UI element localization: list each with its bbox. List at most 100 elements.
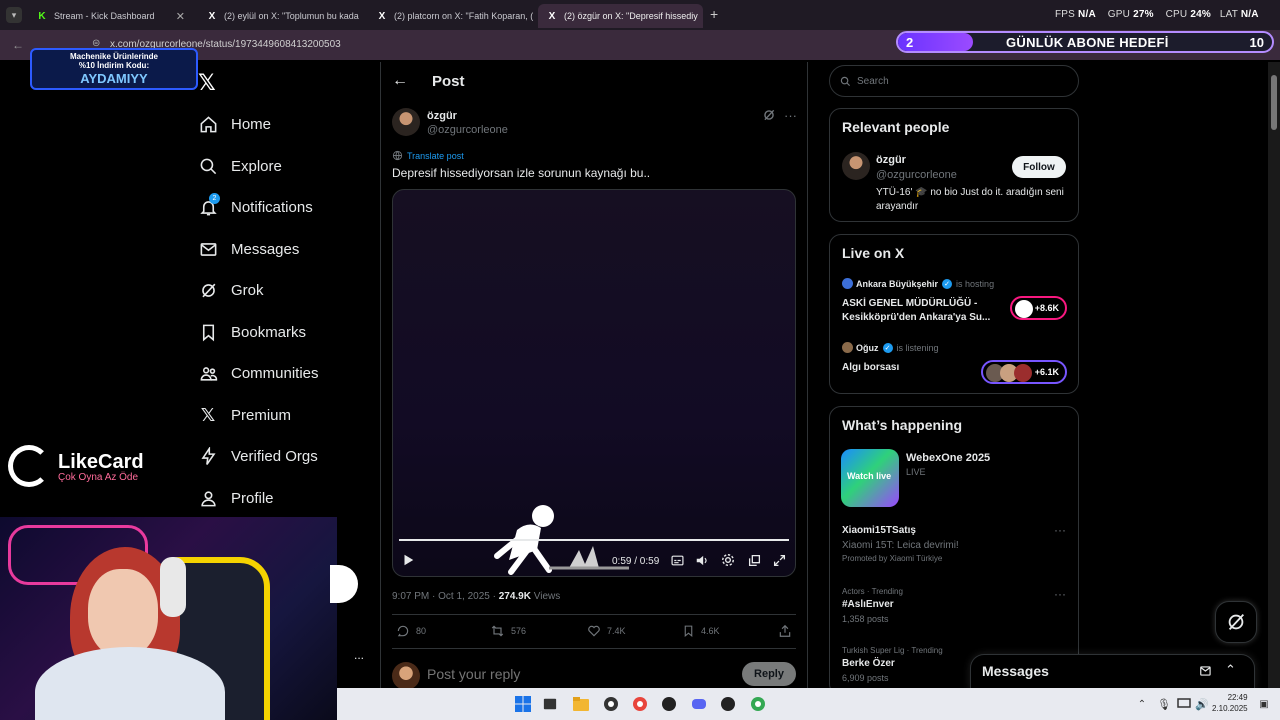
- windows-start-icon[interactable]: [513, 694, 533, 714]
- account-more-icon[interactable]: ...: [354, 648, 364, 662]
- x-logo-icon[interactable]: 𝕏: [198, 70, 216, 96]
- nav-item-grok[interactable]: Grok: [198, 275, 264, 305]
- page-scrollbar[interactable]: [1268, 62, 1280, 688]
- webex-thumbnail[interactable]: Watch live: [841, 449, 899, 507]
- scrollbar-thumb[interactable]: [1271, 75, 1277, 130]
- current-user-avatar[interactable]: [392, 662, 420, 690]
- new-tab-button[interactable]: +: [710, 6, 718, 22]
- file-explorer-icon[interactable]: [571, 694, 591, 714]
- close-tab-icon[interactable]: ✕: [170, 10, 185, 23]
- back-arrow-icon[interactable]: ←: [392, 72, 408, 90]
- translate-post-link[interactable]: Translate post: [392, 150, 464, 161]
- notification-center-icon[interactable]: ▣: [1254, 694, 1274, 714]
- like-action[interactable]: 7.4K: [587, 624, 626, 638]
- reply-input[interactable]: [427, 666, 727, 682]
- app-icon[interactable]: [718, 694, 738, 714]
- discord-app-icon[interactable]: [689, 694, 709, 714]
- post-timestamp: 9:07 PM · Oct 1, 2025 ·: [392, 591, 499, 602]
- relevant-person-avatar[interactable]: [842, 152, 870, 180]
- messages-drawer[interactable]: Messages ⌃: [970, 654, 1255, 690]
- search-input[interactable]: Search: [829, 65, 1079, 97]
- close-tab-icon[interactable]: ✕: [359, 10, 363, 23]
- repost-action[interactable]: 576: [490, 624, 526, 638]
- author-avatar[interactable]: [392, 108, 420, 136]
- chrome-app-icon[interactable]: [748, 694, 768, 714]
- nav-item-home[interactable]: Home: [198, 109, 271, 139]
- relevant-person-name[interactable]: özgür: [876, 154, 906, 166]
- settings-gear-icon[interactable]: [720, 552, 736, 568]
- network-icon[interactable]: [1174, 694, 1194, 714]
- play-icon[interactable]: [401, 553, 415, 572]
- trend-post-count: 1,358 posts: [842, 614, 889, 624]
- live-host-row[interactable]: Oğuz ✓ is listening: [842, 342, 939, 353]
- browser-tab-platcorn[interactable]: X (2) platcorn on X: "Fatih Koparan, ( ✕: [368, 4, 533, 28]
- relevant-person-handle[interactable]: @ozgurcorleone: [876, 169, 957, 181]
- nav-label: Premium: [231, 406, 292, 424]
- app-icon[interactable]: [659, 694, 679, 714]
- tab-list-button[interactable]: ▾: [6, 7, 22, 23]
- likecard-overlay: LikeCard Çok Oyna Az Öde: [8, 445, 158, 491]
- chrome-app-icon[interactable]: [630, 694, 650, 714]
- nav-item-communities[interactable]: Communities: [198, 358, 319, 388]
- browser-tab-kick[interactable]: K Stream - Kick Dashboard ✕: [28, 4, 193, 28]
- new-message-icon[interactable]: [1199, 664, 1213, 683]
- author-name[interactable]: özgür: [427, 110, 457, 122]
- microphone-icon[interactable]: 🎙: [1154, 694, 1174, 714]
- expand-chevron-icon[interactable]: ⌃: [1225, 662, 1236, 678]
- author-handle[interactable]: @ozgurcorleone: [427, 124, 508, 136]
- bookmark-icon: [198, 322, 218, 342]
- grok-floating-button[interactable]: [1215, 601, 1257, 643]
- fullscreen-icon[interactable]: [771, 552, 787, 568]
- featured-event-title[interactable]: WebexOne 2025: [906, 452, 990, 464]
- reply-button[interactable]: Reply: [742, 662, 796, 686]
- speaker-icon[interactable]: 🔊: [1192, 694, 1212, 714]
- trend-title: #AslıEnver: [842, 599, 894, 610]
- tray-overflow-icon[interactable]: ⌃: [1132, 694, 1152, 714]
- nav-item-premium[interactable]: 𝕏 Premium: [198, 400, 291, 430]
- task-view-icon[interactable]: [540, 694, 560, 714]
- volume-icon[interactable]: [694, 552, 710, 568]
- trend-more-icon[interactable]: ···: [1054, 523, 1066, 537]
- grok-explain-icon[interactable]: [762, 108, 776, 127]
- nav-label: Profile: [231, 489, 274, 507]
- captions-icon[interactable]: [669, 552, 685, 568]
- nav-item-profile[interactable]: Profile: [198, 483, 274, 513]
- close-tab-icon[interactable]: ✕: [698, 10, 703, 23]
- nav-label: Communities: [231, 364, 319, 382]
- live-listeners-pill[interactable]: +8.6K: [1010, 296, 1067, 320]
- trend-item[interactable]: Turkish Super Lig · Trending Berke Özer …: [842, 646, 943, 683]
- trend-more-icon[interactable]: ···: [1054, 587, 1066, 601]
- nav-item-verified-orgs[interactable]: Verified Orgs: [198, 441, 318, 471]
- more-options-icon[interactable]: ···: [784, 108, 797, 123]
- nav-item-notifications[interactable]: 2 Notifications: [198, 192, 313, 222]
- reply-action[interactable]: 80: [396, 624, 426, 638]
- nav-item-messages[interactable]: Messages: [198, 234, 299, 264]
- like-count: 7.4K: [607, 626, 626, 636]
- follow-button[interactable]: Follow: [1012, 156, 1066, 178]
- host-avatar: [842, 278, 853, 289]
- pip-icon[interactable]: [746, 552, 762, 568]
- overlay-circle-decoration: [330, 565, 358, 603]
- trend-item[interactable]: Actors · Trending #AslıEnver 1,358 posts: [842, 587, 903, 624]
- live-space-title[interactable]: ASKİ GENEL MÜDÜRLÜĞÜ - Kesikköprü'den An…: [842, 297, 1007, 325]
- live-host-row[interactable]: Ankara Büyükşehir ✓ is hosting: [842, 278, 994, 289]
- gpu-value: 27%: [1133, 9, 1154, 20]
- bookmark-action[interactable]: 4.6K: [682, 624, 720, 638]
- obs-app-icon[interactable]: [601, 694, 621, 714]
- gpu-label: GPU: [1107, 9, 1131, 20]
- video-player[interactable]: [392, 189, 796, 577]
- live-listeners-pill[interactable]: +6.1K: [981, 360, 1067, 384]
- browser-tab-eylul[interactable]: X (2) eylül on X: "Toplumun bu kada ✕: [198, 4, 363, 28]
- subscriber-goal-current: 2: [906, 35, 914, 50]
- trend-item[interactable]: Xiaomi15TSatış Xiaomi 15T: Leica devrimi…: [842, 525, 959, 563]
- taskbar-clock[interactable]: 22:49 2.10.2025: [1212, 692, 1248, 714]
- browser-tab-ozgur[interactable]: X (2) özgür on X: "Depresif hissediy ✕: [538, 4, 703, 28]
- video-progress-bar[interactable]: [399, 539, 789, 541]
- webcam-overlay: [0, 517, 337, 720]
- share-action[interactable]: [778, 624, 798, 638]
- nav-item-explore[interactable]: Explore: [198, 151, 282, 181]
- cpu-value: 24%: [1190, 9, 1211, 20]
- nav-item-bookmarks[interactable]: Bookmarks: [198, 317, 306, 347]
- back-nav-icon[interactable]: ←: [12, 38, 24, 52]
- home-icon: [198, 114, 218, 134]
